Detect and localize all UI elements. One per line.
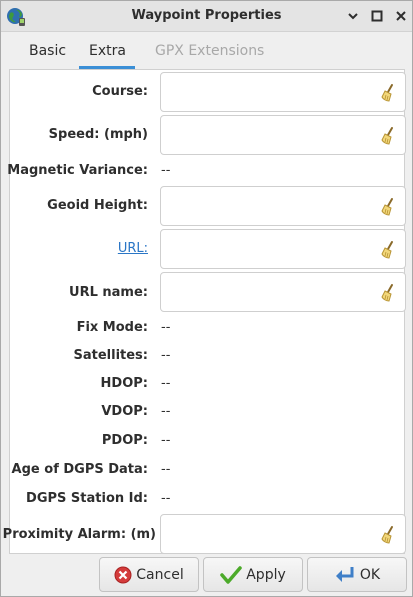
- vdop-label: VDOP:: [101, 404, 148, 419]
- tab-gpx-extensions: GPX Extensions: [155, 43, 265, 59]
- pdop-value: --: [161, 433, 171, 448]
- minimize-icon[interactable]: [344, 7, 362, 25]
- course-input[interactable]: [165, 77, 365, 107]
- speed-input[interactable]: [165, 120, 365, 150]
- close-icon[interactable]: [392, 7, 410, 25]
- broom-icon[interactable]: [379, 240, 399, 260]
- satellites-label: Satellites:: [73, 348, 148, 363]
- waypoint-properties-window: Waypoint Properties Basic Extra GPX Exte…: [0, 0, 413, 597]
- course-label: Course:: [92, 84, 148, 99]
- ok-button[interactable]: OK: [307, 557, 407, 592]
- tab-basic[interactable]: Basic: [19, 37, 76, 69]
- url-link[interactable]: URL:: [118, 241, 148, 256]
- age-dgps-value: --: [161, 462, 171, 477]
- dgps-station-label: DGPS Station Id:: [26, 491, 148, 506]
- tab-extra[interactable]: Extra: [79, 37, 135, 69]
- geoid-height-field[interactable]: [160, 186, 406, 226]
- cancel-icon: [114, 566, 132, 583]
- title-bar[interactable]: Waypoint Properties: [1, 1, 412, 32]
- broom-icon[interactable]: [379, 197, 399, 217]
- apply-label: Apply: [246, 566, 286, 583]
- hdop-label: HDOP:: [100, 376, 148, 391]
- magnetic-variance-value: --: [161, 163, 171, 178]
- course-field[interactable]: [160, 72, 406, 112]
- age-dgps-label: Age of DGPS Data:: [11, 462, 148, 477]
- extra-panel: Course: Speed: (mph) Magnetic Variance: …: [3, 69, 406, 554]
- speed-field[interactable]: [160, 115, 406, 155]
- apply-button[interactable]: Apply: [203, 557, 303, 592]
- tab-extra-label: Extra: [89, 43, 126, 59]
- dgps-station-value: --: [161, 491, 171, 506]
- url-input[interactable]: [165, 234, 365, 264]
- url-name-input[interactable]: [165, 277, 365, 307]
- broom-icon[interactable]: [379, 126, 399, 146]
- broom-icon[interactable]: [379, 283, 399, 303]
- hdop-value: --: [161, 376, 171, 391]
- vdop-value: --: [161, 404, 171, 419]
- fix-mode-value: --: [161, 320, 171, 335]
- ok-label: OK: [359, 566, 381, 583]
- tab-bar: Basic Extra GPX Extensions: [9, 37, 405, 69]
- magnetic-variance-label: Magnetic Variance:: [7, 163, 148, 178]
- broom-icon[interactable]: [379, 525, 399, 545]
- geoid-height-label: Geoid Height:: [47, 198, 148, 213]
- checkmark-icon: [220, 565, 242, 584]
- maximize-icon[interactable]: [368, 7, 386, 25]
- url-name-label: URL name:: [69, 285, 148, 300]
- ok-arrow-icon: [335, 566, 354, 582]
- cancel-label: Cancel: [136, 566, 184, 583]
- fix-mode-label: Fix Mode:: [76, 320, 148, 335]
- proximity-alarm-field[interactable]: [160, 514, 406, 554]
- speed-label: Speed: (mph): [48, 127, 148, 142]
- url-name-field[interactable]: [160, 272, 406, 312]
- pdop-label: PDOP:: [101, 433, 148, 448]
- cancel-button[interactable]: Cancel: [99, 557, 199, 592]
- broom-icon[interactable]: [379, 83, 399, 103]
- proximity-alarm-label: Proximity Alarm: (m): [2, 527, 156, 542]
- url-field[interactable]: [160, 229, 406, 269]
- proximity-alarm-input[interactable]: [165, 519, 365, 549]
- satellites-value: --: [161, 348, 171, 363]
- geoid-height-input[interactable]: [165, 191, 365, 221]
